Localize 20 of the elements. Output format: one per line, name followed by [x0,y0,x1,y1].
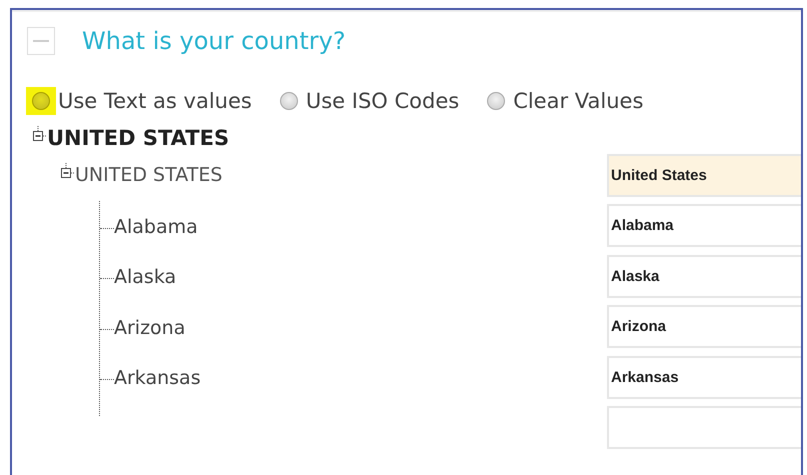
input-field[interactable] [607,406,801,450]
tree-node[interactable]: Arizona [114,316,186,339]
option-label[interactable]: Clear Values [513,86,644,116]
option-label[interactable]: Use Text as values [58,86,252,116]
radio-button[interactable] [32,92,50,110]
tree-node[interactable]: Alaska [114,266,176,288]
input-field[interactable]: Alaska [607,254,801,298]
tree-node[interactable]: Alabama [114,216,198,238]
tree-node[interactable]: UNITED STATES [47,126,230,150]
question-title: What is your country? [82,27,346,55]
input-field[interactable]: United States [607,154,801,197]
radio-button[interactable] [280,92,298,110]
input-field[interactable]: Arkansas [607,356,801,399]
option-label[interactable]: Use ISO Codes [306,86,460,116]
radio-button[interactable] [487,92,506,110]
input-field[interactable]: Arizona [607,305,801,348]
tree-node[interactable]: Arkansas [114,367,201,390]
tree-node[interactable]: UNITED STATES [75,164,222,186]
input-field[interactable]: Alabama [607,204,801,248]
collapse-button[interactable] [27,27,55,55]
